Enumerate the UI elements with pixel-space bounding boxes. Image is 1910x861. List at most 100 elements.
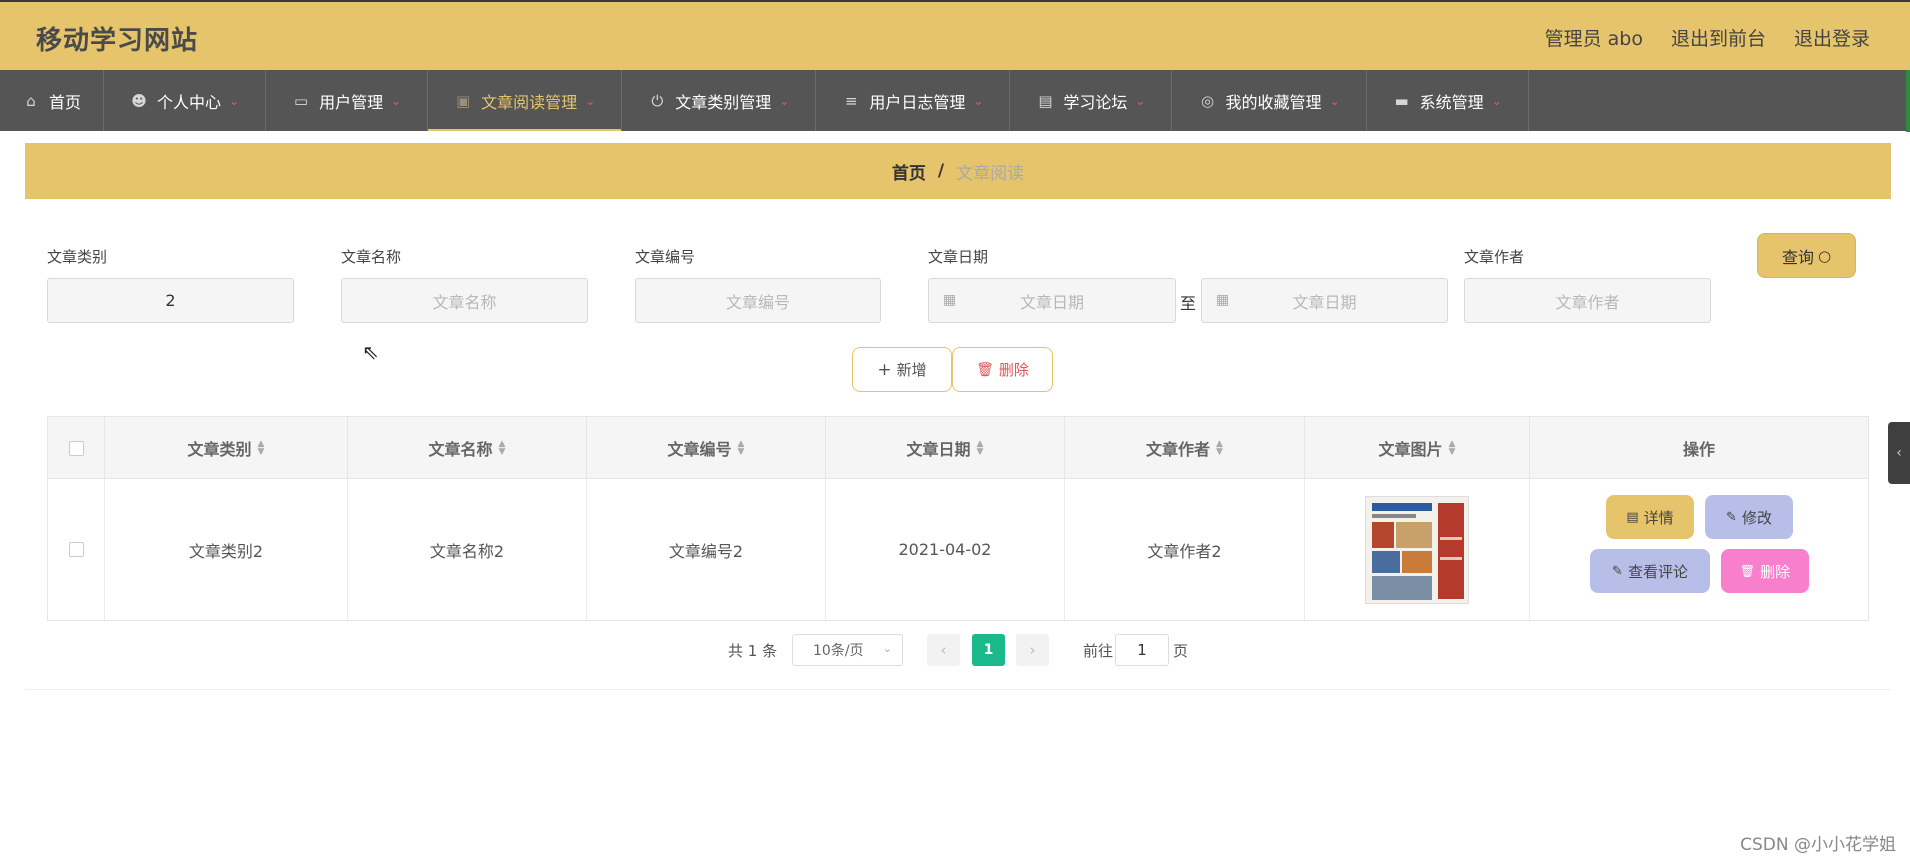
articles-table: 文章类别 ▲ ▼ 文章名称 ▲ ▼ 文章编号 ▲ ▼ 文章日期 ▲ ▼ 文章作者 ▲ ▼ … [47, 416, 1869, 621]
exit-to-front-link[interactable]: 退出到前台 [1671, 24, 1766, 51]
page-size-select[interactable]: 10条/页 ⌄ [792, 634, 903, 666]
number-input[interactable]: 文章编号 [635, 278, 881, 323]
goto-page-input[interactable]: 1 [1115, 634, 1169, 666]
sort-icon[interactable]: ▲ ▼ [499, 440, 506, 457]
view-comments-button[interactable]: ✎ 查看评论 [1590, 549, 1710, 593]
nav-item-favorites[interactable]: ◎ 我的收藏管理 ⌄ [1172, 70, 1367, 131]
chevron-down-icon: ⌄ [391, 93, 402, 108]
nav-item-label: 文章类别管理 [675, 92, 772, 112]
query-button[interactable]: 查询 ○ [1757, 233, 1856, 278]
delete-button[interactable]: 🗑 删除 [952, 347, 1053, 392]
chevron-down-icon: ⌄ [1329, 93, 1340, 108]
row-delete-label: 删除 [1760, 562, 1791, 581]
trash-icon: 🗑 [976, 361, 994, 378]
chat-icon: ▤ [1038, 91, 1053, 110]
plus-icon: + [877, 359, 892, 380]
add-button-label: 新增 [896, 361, 927, 379]
prev-page-button[interactable]: ‹ [927, 634, 960, 666]
nav-item-label: 文章阅读管理 [481, 92, 578, 112]
date-start-input[interactable]: ▦ 文章日期 [928, 278, 1176, 323]
column-header-label: 操作 [1682, 440, 1715, 459]
column-header-number[interactable]: 文章编号 ▲ ▼ [587, 417, 826, 479]
page-number-current[interactable]: 1 [972, 634, 1005, 666]
pencil-icon: ✎ [1726, 509, 1737, 525]
chevron-left-icon: ‹ [940, 641, 947, 659]
chevron-down-icon: ⌄ [779, 93, 790, 108]
chevron-down-icon: ⌄ [585, 93, 596, 108]
query-button-label: 查询 [1781, 247, 1814, 267]
table-cell-date: 2021-04-02 [826, 479, 1065, 620]
trash-icon: 🗑 [1739, 564, 1756, 578]
category-input[interactable]: 2 [47, 278, 294, 323]
id-card-icon: ▭ [294, 91, 309, 110]
sort-icon[interactable]: ▲ ▼ [1216, 440, 1223, 457]
column-header-actions: 操作 [1530, 417, 1868, 479]
nav-item-label: 首页 [49, 92, 82, 112]
article-thumbnail[interactable] [1365, 495, 1469, 604]
date-label: 文章日期 [928, 248, 989, 266]
sort-icon[interactable]: ▲ ▼ [258, 440, 265, 457]
add-button[interactable]: + 新增 [852, 347, 952, 392]
row-delete-button[interactable]: 🗑 删除 [1721, 549, 1809, 593]
author-input[interactable]: 文章作者 [1464, 278, 1711, 323]
main-nav: ⌂ 首页 ☻ 个人中心 ⌄ ▭ 用户管理 ⌄ ▣ 文章阅读管理 ⌄ ⏻ 文章类别… [0, 70, 1910, 131]
nav-item-user-management[interactable]: ▭ 用户管理 ⌄ [266, 70, 429, 131]
nav-item-user-log[interactable]: ≡ 用户日志管理 ⌄ [816, 70, 1011, 131]
nav-item-label: 个人中心 [157, 92, 222, 112]
detail-button[interactable]: ▤ 详情 [1606, 495, 1694, 539]
detail-button-label: 详情 [1643, 508, 1674, 527]
logout-link[interactable]: 退出登录 [1794, 24, 1870, 51]
nav-item-personal-center[interactable]: ☻ 个人中心 ⌄ [104, 70, 267, 131]
watermark: CSDN @小小花学姐 [1740, 835, 1896, 855]
user-icon: ☻ [131, 91, 147, 110]
name-input[interactable]: 文章名称 [341, 278, 588, 323]
column-header-name[interactable]: 文章名称 ▲ ▼ [348, 417, 587, 479]
calendar-icon: ▦ [943, 292, 957, 308]
side-collapse-tab[interactable]: ‹ [1888, 422, 1910, 484]
nav-item-article-category[interactable]: ⏻ 文章类别管理 ⌄ [622, 70, 817, 131]
next-page-button[interactable]: › [1016, 634, 1049, 666]
breadcrumb: 首页 / 文章阅读 [25, 143, 1891, 199]
delete-button-label: 删除 [998, 361, 1029, 379]
admin-label: 管理员 abo [1544, 28, 1643, 50]
header-links: 管理员 abo 退出到前台 退出登录 [1545, 24, 1870, 51]
breadcrumb-home[interactable]: 首页 [892, 159, 926, 184]
date-end-input[interactable]: ▦ 文章日期 [1201, 278, 1448, 323]
mouse-cursor: ⇖ [362, 340, 379, 364]
nav-item-label: 学习论坛 [1063, 92, 1128, 112]
nav-item-forum[interactable]: ▤ 学习论坛 ⌄ [1010, 70, 1173, 131]
nav-item-label: 我的收藏管理 [1225, 92, 1322, 112]
row-checkbox[interactable] [68, 542, 84, 557]
nav-item-article-reading[interactable]: ▣ 文章阅读管理 ⌄ [428, 70, 623, 131]
breadcrumb-separator: / [937, 161, 945, 181]
chevron-down-icon: ⌄ [229, 93, 240, 108]
author-label: 文章作者 [1464, 248, 1525, 266]
power-icon: ⏻ [651, 91, 664, 110]
view-comments-label: 查看评论 [1627, 562, 1688, 581]
nav-item-home[interactable]: ⌂ 首页 [0, 70, 105, 131]
nav-item-system[interactable]: ▬ 系统管理 ⌄ [1367, 70, 1529, 131]
sort-icon[interactable]: ▲ ▼ [977, 440, 984, 457]
table-cell-author: 文章作者2 [1065, 479, 1305, 620]
select-all-checkbox[interactable] [68, 440, 84, 456]
home-icon: ⌂ [26, 91, 36, 110]
nav-item-label: 系统管理 [1419, 92, 1484, 112]
column-header-category[interactable]: 文章类别 ▲ ▼ [105, 417, 348, 479]
clipboard-icon: ▣ [456, 91, 471, 110]
column-header-author[interactable]: 文章作者 ▲ ▼ [1065, 417, 1305, 479]
page-suffix: 页 [1173, 642, 1189, 660]
date-range-separator: 至 [1180, 294, 1197, 313]
edit-button[interactable]: ✎ 修改 [1705, 495, 1793, 539]
top-header: 移动学习网站 管理员 abo 退出到前台 退出登录 [0, 0, 1910, 70]
column-header-image[interactable]: 文章图片 ▲ ▼ [1305, 417, 1530, 479]
column-header-label: 文章日期 [906, 440, 971, 459]
monitor-icon: ▬ [1394, 91, 1409, 110]
number-label: 文章编号 [635, 248, 696, 266]
nav-item-label: 用户日志管理 [869, 92, 966, 112]
date-start-placeholder: 文章日期 [1019, 292, 1084, 312]
site-title: 移动学习网站 [36, 26, 199, 56]
sort-icon[interactable]: ▲ ▼ [738, 440, 745, 457]
sort-icon[interactable]: ▲ ▼ [1449, 440, 1456, 457]
table-header: 文章类别 ▲ ▼ 文章名称 ▲ ▼ 文章编号 ▲ ▼ 文章日期 ▲ ▼ 文章作者 ▲ ▼ … [48, 417, 1868, 479]
column-header-date[interactable]: 文章日期 ▲ ▼ [826, 417, 1065, 479]
